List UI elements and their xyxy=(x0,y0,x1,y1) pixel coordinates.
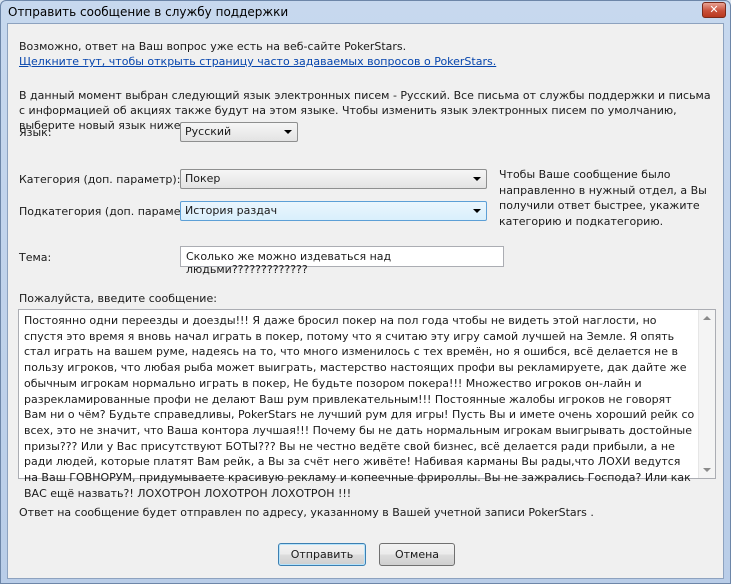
chevron-down-icon xyxy=(473,209,481,213)
window-title: Отправить сообщение в службу поддержки xyxy=(8,5,289,19)
send-button[interactable]: Отправить xyxy=(278,543,366,566)
language-info-text: В данный момент выбран следующий язык эл… xyxy=(19,89,711,132)
chevron-down-icon xyxy=(284,130,292,134)
category-hint-text: Чтобы Ваше сообщение было направленно в … xyxy=(499,168,707,228)
subcategory-select[interactable]: История раздач xyxy=(180,201,487,221)
subcategory-select-value: История раздач xyxy=(185,204,278,217)
category-select[interactable]: Покер xyxy=(180,169,487,189)
message-textarea[interactable]: Постоянно одни переезды и доезды!!! Я да… xyxy=(18,309,716,500)
title-bar[interactable]: Отправить сообщение в службу поддержки ✕ xyxy=(1,1,730,23)
faq-intro-text: Возможно, ответ на Ваш вопрос уже есть н… xyxy=(19,40,407,53)
reply-note-text: Ответ на сообщение будет отправлен по ад… xyxy=(19,506,594,519)
language-label: Язык: xyxy=(19,126,52,139)
language-select-value: Русский xyxy=(185,125,232,138)
category-select-value: Покер xyxy=(185,172,221,185)
scroll-up-arrow-icon[interactable] xyxy=(703,316,711,320)
chevron-down-icon xyxy=(473,177,481,181)
subject-input[interactable]: Сколько же можно издеваться над людьми??… xyxy=(180,246,504,276)
faq-link[interactable]: Щелкните тут, чтобы открыть страницу час… xyxy=(19,55,496,68)
subject-label: Тема: xyxy=(19,251,52,264)
cancel-button[interactable]: Отмена xyxy=(379,543,455,566)
dialog-body: Возможно, ответ на Ваш вопрос уже есть н… xyxy=(7,23,724,579)
message-label: Пожалуйста, введите сообщение: xyxy=(19,292,217,305)
category-label: Категория (доп. параметр): xyxy=(19,173,181,186)
close-button[interactable]: ✕ xyxy=(702,2,726,18)
support-dialog-window: Отправить сообщение в службу поддержки ✕… xyxy=(0,0,731,584)
scroll-down-arrow-icon[interactable] xyxy=(703,468,711,472)
message-text: Постоянно одни переезды и доезды!!! Я да… xyxy=(24,314,695,500)
language-select[interactable]: Русский xyxy=(180,122,298,142)
subcategory-label: Подкатегория (доп. параметр): xyxy=(19,205,202,218)
message-scrollbar[interactable] xyxy=(698,310,715,478)
